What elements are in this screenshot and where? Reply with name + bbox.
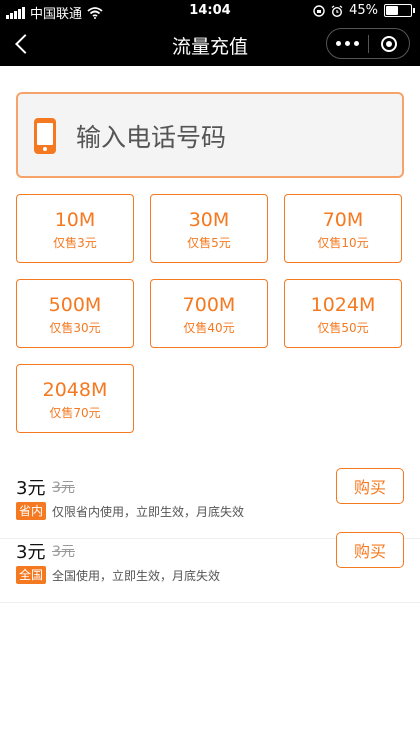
status-right: 45% [313,3,415,18]
package-price: 仅售5元 [187,236,231,250]
product-original-price: 3元 [52,544,75,560]
package-price: 仅售10元 [317,236,369,250]
buy-button[interactable]: 购买 [336,532,404,568]
status-bar: 中国联通 14:04 45% [0,0,420,22]
package-size: 2048M [42,379,108,401]
more-icon[interactable] [327,29,368,58]
package-size: 1024M [310,294,376,316]
package-price: 仅售70元 [49,406,101,420]
package-700m[interactable]: 700M 仅售40元 [150,279,268,348]
package-price: 仅售3元 [53,236,97,250]
battery-icon [384,4,415,17]
package-30m[interactable]: 30M 仅售5元 [150,194,268,263]
rotation-lock-icon [313,4,325,17]
package-10m[interactable]: 10M 仅售3元 [16,194,134,263]
product-description: 全国使用，立即生效，月底失效 [52,569,221,583]
phone-number-box [16,92,404,178]
buy-button[interactable]: 购买 [336,468,404,504]
product-row-national: 3元 3元 全国 全国使用，立即生效，月底失效 购买 [0,532,420,603]
product-original-price: 3元 [52,480,75,496]
mini-program-capsule [326,28,410,59]
package-size: 500M [48,294,102,316]
package-500m[interactable]: 500M 仅售30元 [16,279,134,348]
product-description: 仅限省内使用，立即生效，月底失效 [52,505,245,519]
product-price: 3元 [16,478,46,499]
navigation-bar: 流量充值 [0,22,420,66]
battery-percent: 45% [349,3,378,18]
phone-number-input[interactable] [74,114,388,160]
alarm-icon [331,4,343,17]
package-70m[interactable]: 70M 仅售10元 [284,194,402,263]
package-size: 70M [322,209,364,231]
package-2048m[interactable]: 2048M 仅售70元 [16,364,134,433]
product-tag: 省内 [16,502,47,520]
package-size: 10M [54,209,96,231]
package-price: 仅售40元 [183,321,235,335]
mobile-phone-icon [34,118,56,154]
product-price: 3元 [16,542,46,563]
close-mini-program-icon[interactable] [369,29,409,58]
package-price: 仅售50元 [317,321,369,335]
package-size: 30M [188,209,230,231]
package-1024m[interactable]: 1024M 仅售50元 [284,279,402,348]
product-row-provincial: 3元 3元 省内 仅限省内使用，立即生效，月底失效 购买 [0,468,420,539]
product-tag: 全国 [16,566,47,584]
package-size: 700M [182,294,236,316]
package-price: 仅售30元 [49,321,101,335]
